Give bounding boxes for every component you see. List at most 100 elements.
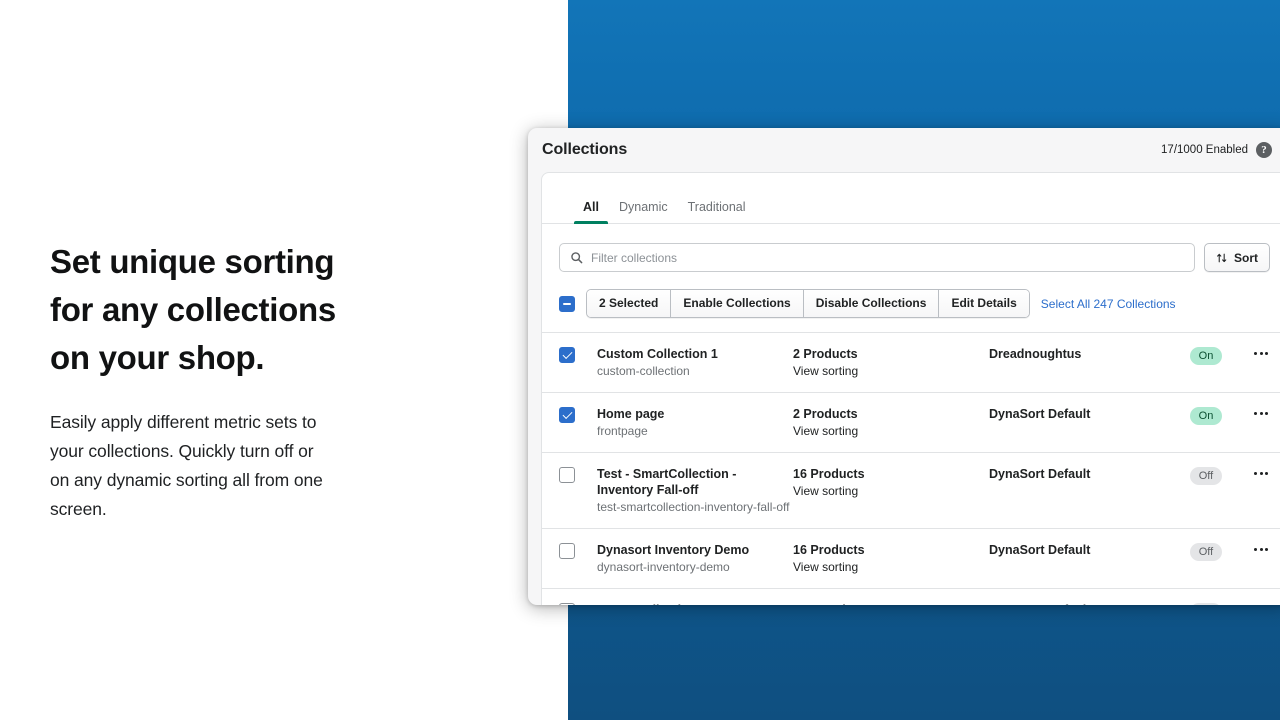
select-all-collections-link[interactable]: Select All 247 Collections — [1041, 297, 1176, 311]
tab-dynamic[interactable]: Dynamic — [609, 200, 678, 223]
kebab-menu-icon[interactable] — [1252, 408, 1270, 419]
product-count: 2 Products — [793, 407, 858, 421]
row-menu-cell — [1236, 346, 1270, 359]
view-sorting-link[interactable]: View sorting — [793, 423, 989, 439]
row-metric-cell: DynaSort Default — [989, 602, 1176, 605]
row-name-cell: Home page frontpage — [597, 406, 793, 439]
search-icon — [571, 252, 583, 264]
tab-all[interactable]: All — [573, 200, 609, 224]
table-row[interactable]: Smart Collection 139 Products DynaSort D… — [542, 589, 1280, 605]
search-placeholder: Filter collections — [591, 250, 678, 265]
row-name-cell: Dynasort Inventory Demo dynasort-invento… — [597, 542, 793, 575]
kebab-menu-icon[interactable] — [1252, 544, 1270, 555]
row-checkbox[interactable] — [559, 467, 575, 483]
row-menu-cell — [1236, 542, 1270, 555]
row-checkbox[interactable] — [559, 603, 575, 605]
collection-title: Smart Collection — [597, 602, 793, 605]
header-right-group: 17/1000 Enabled ? — [1161, 142, 1272, 158]
table-row[interactable]: Home page frontpage 2 Products View sort… — [542, 393, 1280, 453]
collections-app-card: Collections 17/1000 Enabled ? All Dynami… — [528, 128, 1280, 605]
collection-title: Dynasort Inventory Demo — [597, 543, 750, 557]
collections-list: Custom Collection 1 custom-collection 2 … — [542, 332, 1280, 605]
sort-button[interactable]: Sort — [1204, 243, 1270, 272]
card-header: Collections 17/1000 Enabled ? — [528, 128, 1280, 172]
collection-handle: dynasort-inventory-demo — [597, 560, 730, 574]
product-count: 2 Products — [793, 347, 858, 361]
collection-handle: frontpage — [597, 424, 648, 438]
bulk-button-group: 2 Selected Enable Collections Disable Co… — [586, 289, 1030, 318]
row-menu-cell — [1236, 602, 1270, 605]
sort-arrows-icon — [1217, 253, 1227, 262]
view-sorting-link[interactable]: View sorting — [793, 363, 989, 379]
row-state-cell: Off — [1176, 466, 1236, 485]
bulk-action-bar: 2 Selected Enable Collections Disable Co… — [542, 272, 1280, 332]
question-mark-circle-icon[interactable]: ? — [1256, 142, 1272, 158]
collection-handle: custom-collection — [597, 364, 690, 378]
check-icon — [562, 408, 572, 419]
row-metric-cell: DynaSort Default — [989, 406, 1176, 422]
table-row[interactable]: Dynasort Inventory Demo dynasort-invento… — [542, 529, 1280, 589]
collection-handle: test-smartcollection-inventory-fall-off — [597, 500, 790, 514]
status-badge[interactable]: On — [1189, 347, 1223, 365]
enable-collections-button[interactable]: Enable Collections — [671, 290, 804, 317]
row-checkbox[interactable] — [559, 407, 575, 423]
row-state-cell: On — [1176, 346, 1236, 365]
kebab-menu-icon[interactable] — [1252, 348, 1270, 359]
status-badge[interactable]: On — [1189, 407, 1223, 425]
select-all-checkbox[interactable] — [559, 295, 575, 312]
page-title: Collections — [542, 141, 628, 158]
row-products-cell: 16 Products View sorting — [793, 466, 989, 499]
row-checkbox[interactable] — [559, 347, 575, 363]
status-badge[interactable]: Off — [1189, 467, 1223, 485]
kebab-menu-icon[interactable] — [1252, 468, 1270, 479]
status-badge[interactable]: Off — [1189, 543, 1223, 561]
metric-set-name: DynaSort Default — [989, 467, 1091, 481]
row-menu-cell — [1236, 466, 1270, 479]
row-state-cell: Off — [1176, 602, 1236, 605]
row-products-cell: 139 Products — [793, 602, 989, 605]
indeterminate-dash-icon — [563, 302, 571, 305]
promo-heading: Set unique sorting for any collections o… — [50, 243, 336, 376]
search-input[interactable]: Filter collections — [559, 243, 1195, 272]
screenshot-root: Set unique sorting for any collections o… — [0, 0, 1280, 720]
selected-count-button[interactable]: 2 Selected — [587, 290, 672, 317]
row-products-cell: 16 Products View sorting — [793, 542, 989, 575]
metric-set-name: DynaSort Default — [989, 602, 1176, 605]
filter-row: Filter collections Sort — [542, 224, 1280, 272]
row-name-cell: Test - SmartCollection - Inventory Fall-… — [597, 466, 793, 515]
row-menu-cell — [1236, 406, 1270, 419]
product-count: 16 Products — [793, 467, 865, 481]
tab-traditional[interactable]: Traditional — [678, 200, 756, 223]
kebab-menu-icon[interactable] — [1252, 604, 1270, 605]
status-badge[interactable]: Off — [1189, 603, 1223, 605]
metric-set-name: DynaSort Default — [989, 543, 1091, 557]
product-count: 16 Products — [793, 543, 865, 557]
edit-details-button[interactable]: Edit Details — [939, 290, 1029, 317]
promo-body: Easily apply different metric sets to yo… — [50, 412, 323, 519]
row-products-cell: 2 Products View sorting — [793, 406, 989, 439]
metric-set-name: Dreadnoughtus — [989, 347, 1082, 361]
product-count: 139 Products — [793, 602, 989, 605]
sort-button-label: Sort — [1234, 250, 1258, 265]
collection-title: Custom Collection 1 — [597, 347, 718, 361]
row-name-cell: Smart Collection — [597, 602, 793, 605]
check-icon — [562, 348, 572, 359]
row-metric-cell: DynaSort Default — [989, 542, 1176, 558]
enabled-count: 17/1000 Enabled — [1161, 144, 1248, 156]
collections-panel: All Dynamic Traditional Filter collectio… — [541, 172, 1280, 605]
view-sorting-link[interactable]: View sorting — [793, 559, 989, 575]
disable-collections-button[interactable]: Disable Collections — [803, 290, 940, 317]
collection-title: Home page — [597, 407, 665, 421]
view-sorting-link[interactable]: View sorting — [793, 483, 989, 499]
row-products-cell: 2 Products View sorting — [793, 346, 989, 379]
collection-title: Test - SmartCollection - Inventory Fall-… — [597, 467, 737, 497]
row-checkbox[interactable] — [559, 543, 575, 559]
row-metric-cell: DynaSort Default — [989, 466, 1176, 482]
promo-copy: Set unique sorting for any collections o… — [50, 238, 450, 524]
tab-bar: All Dynamic Traditional — [542, 173, 1280, 224]
row-state-cell: Off — [1176, 542, 1236, 561]
table-row[interactable]: Test - SmartCollection - Inventory Fall-… — [542, 453, 1280, 529]
row-metric-cell: Dreadnoughtus — [989, 346, 1176, 362]
row-name-cell: Custom Collection 1 custom-collection — [597, 346, 793, 379]
table-row[interactable]: Custom Collection 1 custom-collection 2 … — [542, 333, 1280, 393]
